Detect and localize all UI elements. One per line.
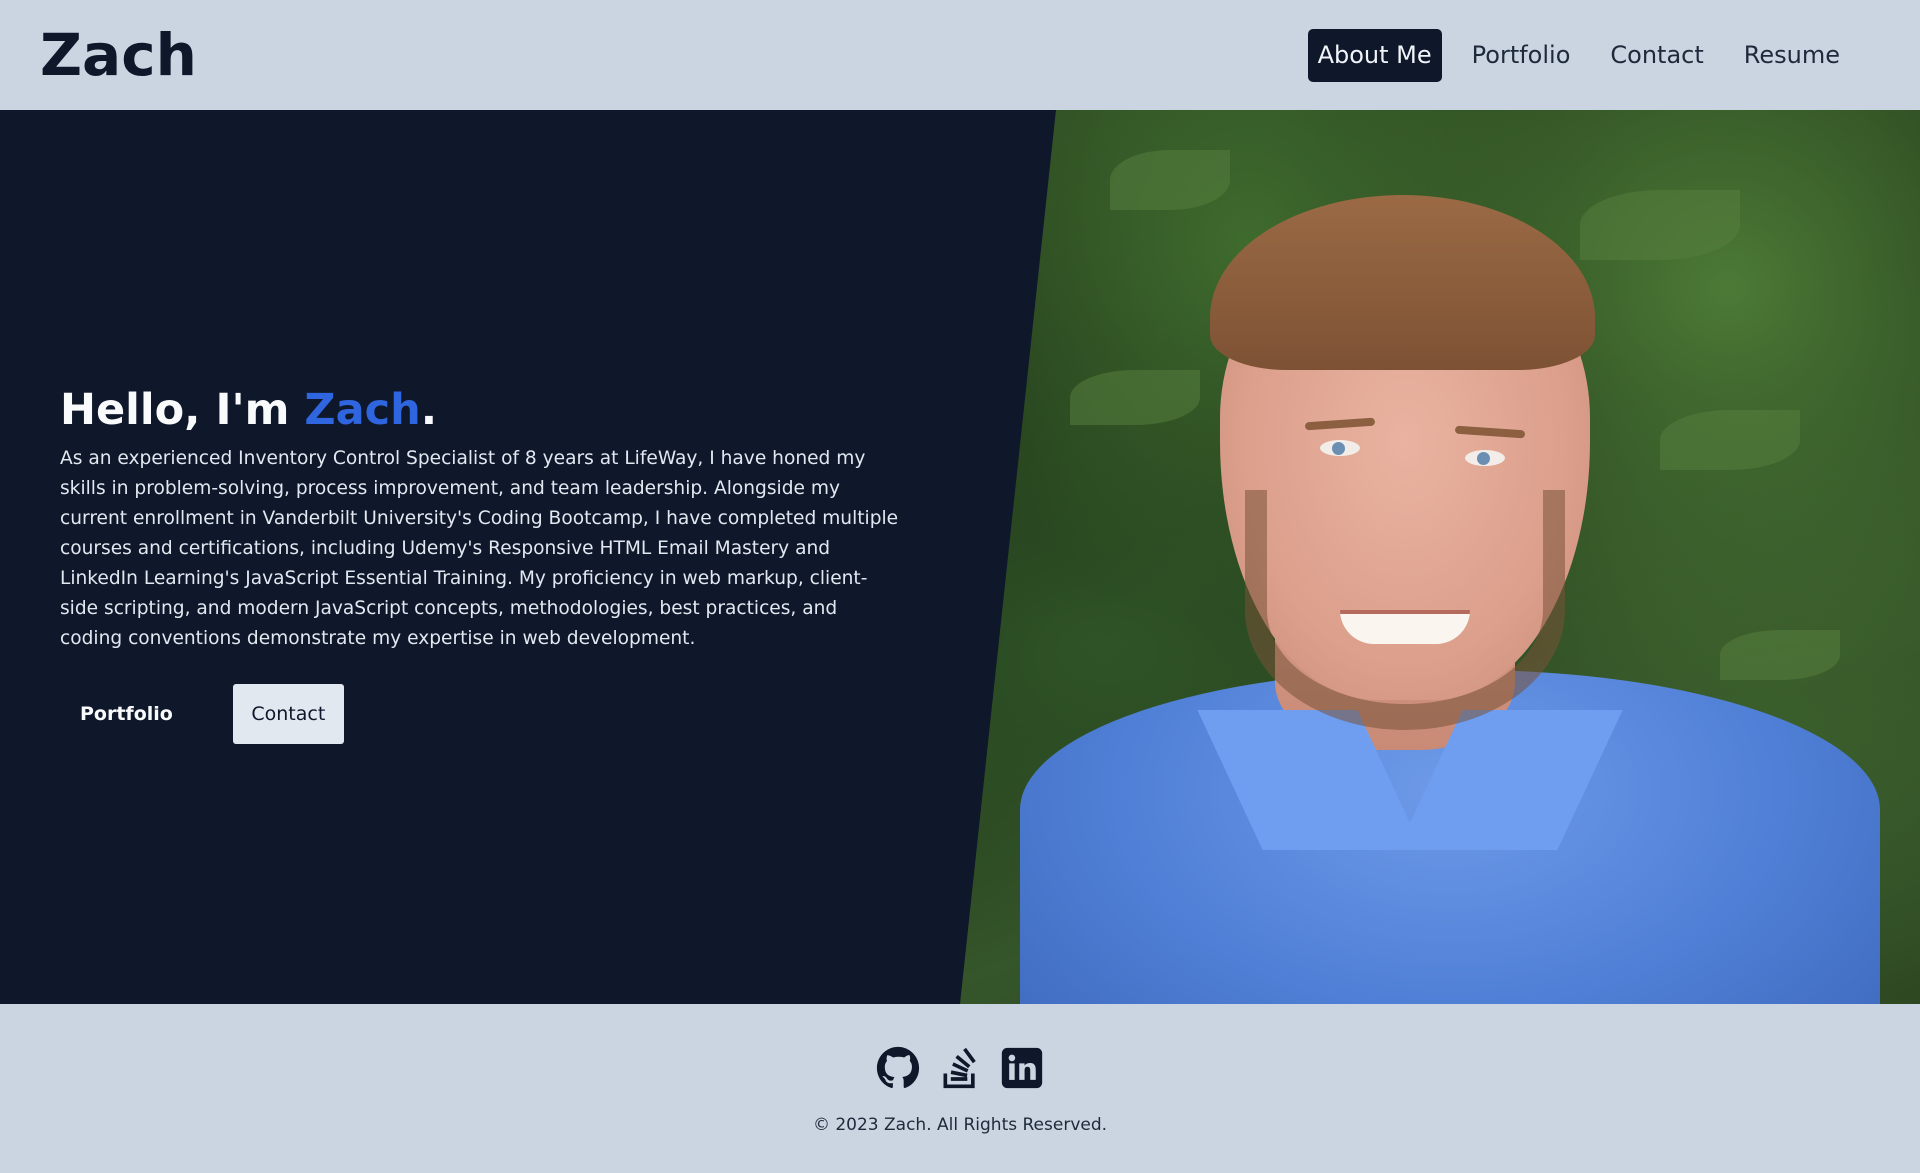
contact-button[interactable]: Contact — [232, 684, 344, 744]
foliage-leaf — [1110, 150, 1230, 210]
social-links — [0, 1046, 1920, 1090]
foliage-leaf — [1580, 190, 1740, 260]
hero-heading: Hello, I'm Zach. — [60, 380, 910, 440]
hero-name: Zach — [304, 385, 421, 435]
hero-buttons: Portfolio Contact — [60, 684, 910, 744]
eye-right — [1465, 450, 1505, 466]
portfolio-button[interactable]: Portfolio — [60, 684, 193, 744]
smile — [1340, 610, 1470, 644]
hero-description: As an experienced Inventory Control Spec… — [60, 448, 899, 649]
github-icon[interactable] — [876, 1046, 920, 1090]
hero-section: Hello, I'm Zach. As an experienced Inven… — [0, 110, 1920, 1004]
foliage-leaf — [1070, 370, 1200, 425]
main-nav: About Me Portfolio Contact Resume — [1298, 28, 1850, 82]
site-logo[interactable]: Zach — [40, 21, 197, 89]
nav-contact[interactable]: Contact — [1600, 29, 1713, 82]
nav-resume[interactable]: Resume — [1734, 29, 1850, 82]
hero-content: Hello, I'm Zach. As an experienced Inven… — [60, 380, 910, 744]
linkedin-icon[interactable] — [1000, 1046, 1044, 1090]
hero-period: . — [420, 385, 438, 435]
nav-portfolio[interactable]: Portfolio — [1462, 29, 1581, 82]
foliage-leaf — [1720, 630, 1840, 680]
nav-about-me[interactable]: About Me — [1307, 28, 1442, 82]
eye-left — [1320, 440, 1360, 456]
foliage-leaf — [1660, 410, 1800, 470]
site-header: Zach About Me Portfolio Contact Resume — [0, 0, 1920, 110]
hero-greeting: Hello, I'm — [60, 385, 305, 435]
copyright-text: © 2023 Zach. All Rights Reserved. — [812, 1115, 1108, 1135]
stackoverflow-icon[interactable] — [938, 1046, 982, 1090]
profile-photo — [960, 110, 1920, 1004]
site-footer: © 2023 Zach. All Rights Reserved. — [0, 1004, 1920, 1173]
